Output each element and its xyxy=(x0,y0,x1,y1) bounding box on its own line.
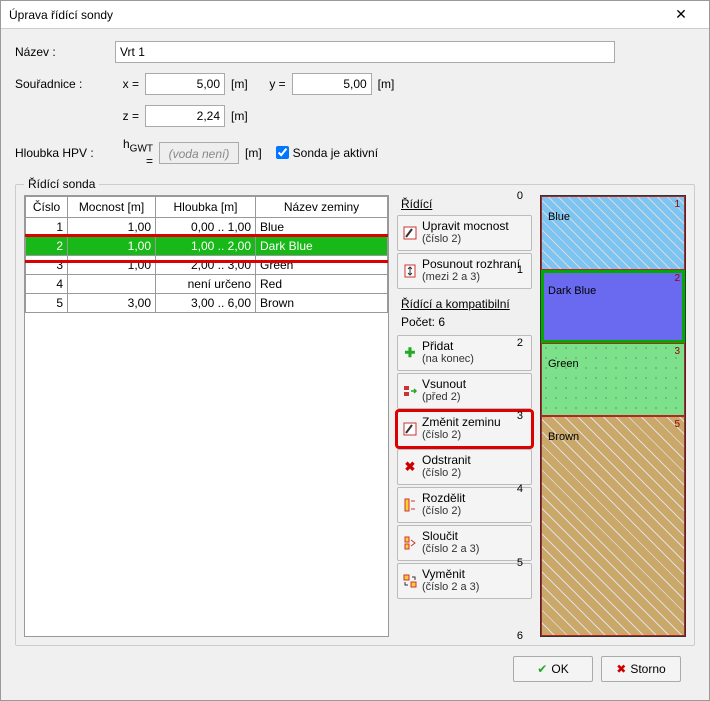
edit-icon xyxy=(402,225,418,241)
x-unit: [m] xyxy=(231,77,248,91)
insert-button[interactable]: Vsunout(před 2) xyxy=(397,373,532,409)
th-number: Číslo xyxy=(26,197,68,218)
section-ridicikomp: Řídící a kompatibilní xyxy=(401,297,532,311)
active-checkbox[interactable] xyxy=(276,146,289,159)
profile-viz: 0123456 1Blue2Dark Blue3Green5Brown xyxy=(540,195,686,637)
coords-label: Souřadnice : xyxy=(15,77,115,91)
y-unit: [m] xyxy=(378,77,395,91)
swap-button[interactable]: Vyměnit(číslo 2 a 3) xyxy=(397,563,532,599)
cancel-button[interactable]: ✖ Storno xyxy=(601,656,681,682)
move-icon xyxy=(402,263,418,279)
fieldset-legend: Řídící sonda xyxy=(24,177,99,191)
remove-button[interactable]: ✖ Odstranit(číslo 2) xyxy=(397,449,532,485)
insert-icon xyxy=(402,383,418,399)
count-label: Počet: 6 xyxy=(401,315,532,329)
remove-icon: ✖ xyxy=(402,459,418,475)
table-row[interactable]: 11,000,00 .. 1,00Blue xyxy=(26,218,388,237)
hgwt-input[interactable]: (voda není) xyxy=(159,142,239,164)
x-input[interactable] xyxy=(145,73,225,95)
layers-table[interactable]: Číslo Mocnost [m] Hloubka [m] Název zemi… xyxy=(24,195,389,637)
th-soil: Název zeminy xyxy=(256,197,388,218)
y-label: y = xyxy=(262,77,292,91)
th-thickness: Mocnost [m] xyxy=(68,197,156,218)
active-label: Sonda je aktivní xyxy=(293,146,378,160)
table-row[interactable]: 21,001,00 .. 2,00Dark Blue xyxy=(26,237,388,256)
check-icon: ✔ xyxy=(537,662,547,676)
edit-thickness-button[interactable]: Upravit mocnost(číslo 2) xyxy=(397,215,532,251)
name-label: Název : xyxy=(15,45,115,59)
z-label: z = xyxy=(115,109,145,123)
z-unit: [m] xyxy=(231,109,248,123)
table-row[interactable]: 4není určenoRed xyxy=(26,275,388,294)
close-icon[interactable]: ✕ xyxy=(661,6,701,23)
change-icon xyxy=(402,421,418,437)
table-row[interactable]: 53,003,00 .. 6,00Brown xyxy=(26,294,388,313)
hgwt-label: hGWT = xyxy=(115,137,159,168)
split-icon xyxy=(402,497,418,513)
dialog-title: Úprava řídící sondy xyxy=(9,8,661,22)
titlebar: Úprava řídící sondy ✕ xyxy=(1,1,709,29)
name-input[interactable] xyxy=(115,41,615,63)
z-input[interactable] xyxy=(145,105,225,127)
th-depth: Hloubka [m] xyxy=(156,197,256,218)
hgwt-unit: [m] xyxy=(245,146,262,160)
depth-label: Hloubka HPV : xyxy=(15,146,115,160)
y-input[interactable] xyxy=(292,73,372,95)
ok-button[interactable]: ✔ OK xyxy=(513,656,593,682)
viz-layer: 5Brown xyxy=(541,416,685,636)
merge-icon xyxy=(402,535,418,551)
swap-icon xyxy=(402,573,418,589)
viz-layer: 3Green xyxy=(541,343,685,416)
x-icon: ✖ xyxy=(616,662,626,676)
plus-icon: ✚ xyxy=(402,345,418,361)
viz-layer: 2Dark Blue xyxy=(541,270,685,343)
viz-layer: 1Blue xyxy=(541,196,685,269)
table-row[interactable]: 31,002,00 .. 3,00Green xyxy=(26,256,388,275)
x-label: x = xyxy=(115,77,145,91)
